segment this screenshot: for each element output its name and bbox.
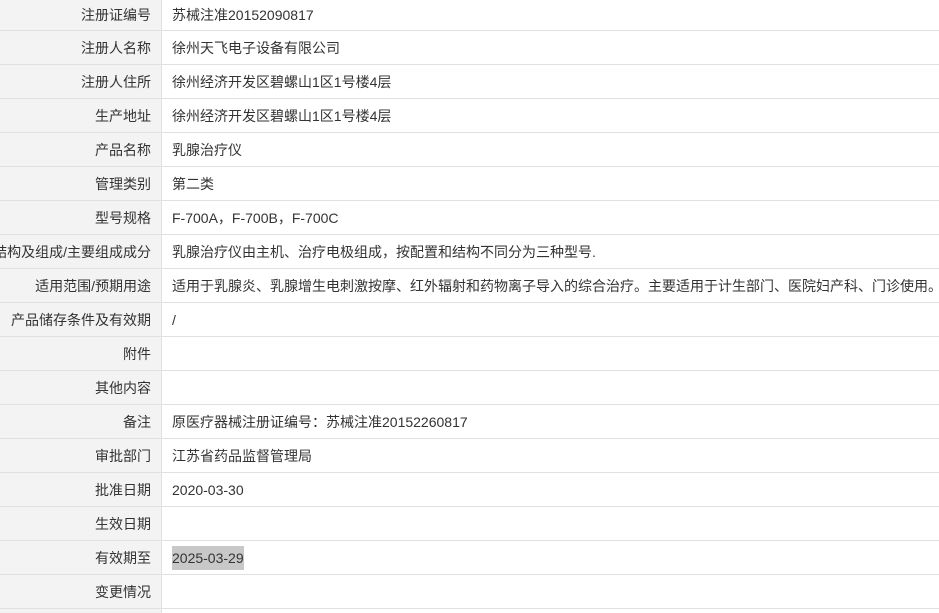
field-label: 备注 [123,413,151,430]
field-label-cell: 生产地址 [0,99,162,132]
field-label: 型号规格 [95,209,151,226]
row-registration-number: 注册证编号 苏械注准20152090817 [0,0,939,31]
field-value: 乳腺治疗仪由主机、治疗电极组成，按配置和结构不同分为三种型号. [172,243,596,260]
field-label: 注册人住所 [81,73,151,90]
field-label: 生效日期 [95,515,151,532]
field-label: 管理类别 [95,175,151,192]
field-value: 第二类 [172,175,214,192]
field-value-cell [162,337,939,370]
field-label-cell: 其他内容 [0,371,162,404]
field-label-cell: 有效期至 [0,541,162,574]
next-row-edge [0,609,939,613]
field-value: F-700A，F-700B，F-700C [172,209,339,226]
field-value-cell: 乳腺治疗仪由主机、治疗电极组成，按配置和结构不同分为三种型号. [162,235,939,268]
row-approval-department: 审批部门 江苏省药品监督管理局 [0,439,939,473]
field-label-cell: 备注 [0,405,162,438]
field-value-cell: 徐州经济开发区碧螺山1区1号楼4层 [162,65,939,98]
field-label: 结构及组成/主要组成成分 [0,243,151,260]
field-label-cell: 注册人名称 [0,31,162,64]
field-label: 批准日期 [95,481,151,498]
field-value: 乳腺治疗仪 [172,141,242,158]
field-value-cell: 徐州经济开发区碧螺山1区1号楼4层 [162,99,939,132]
field-value-cell: 2020-03-30 [162,473,939,506]
field-label: 注册证编号 [81,7,151,23]
field-value-cell: / [162,303,939,336]
field-value-cell: 苏械注准20152090817 [162,0,939,30]
field-label: 生产地址 [95,107,151,124]
field-label-cell: 结构及组成/主要组成成分 [0,235,162,268]
row-registrant-address: 注册人住所 徐州经济开发区碧螺山1区1号楼4层 [0,65,939,99]
field-value: 适用于乳腺炎、乳腺增生电刺激按摩、红外辐射和药物离子导入的综合治疗。主要适用于计… [172,277,939,294]
selected-text-value[interactable]: 2025-03-29 [172,545,244,570]
field-value: 徐州经济开发区碧螺山1区1号楼4层 [172,107,392,124]
field-value-cell [162,371,939,404]
field-value: 苏械注准20152090817 [172,7,314,23]
field-label: 注册人名称 [81,39,151,56]
field-value-cell: 乳腺治疗仪 [162,133,939,166]
row-effective-date: 生效日期 [0,507,939,541]
registration-detail-table: 注册证编号 苏械注准20152090817 注册人名称 徐州天飞电子设备有限公司… [0,0,939,613]
field-label-cell: 注册人住所 [0,65,162,98]
field-value-cell: 江苏省药品监督管理局 [162,439,939,472]
row-scope-intended-use: 适用范围/预期用途 适用于乳腺炎、乳腺增生电刺激按摩、红外辐射和药物离子导入的综… [0,269,939,303]
field-label: 适用范围/预期用途 [35,277,151,294]
field-value: 徐州经济开发区碧螺山1区1号楼4层 [172,73,392,90]
row-remarks: 备注 原医疗器械注册证编号：苏械注准20152260817 [0,405,939,439]
field-label: 附件 [123,345,151,362]
field-label-cell: 变更情况 [0,575,162,608]
field-value: 原医疗器械注册证编号：苏械注准20152260817 [172,413,468,430]
field-label-cell: 注册证编号 [0,0,162,30]
row-product-name: 产品名称 乳腺治疗仪 [0,133,939,167]
row-storage-validity: 产品储存条件及有效期 / [0,303,939,337]
field-value: 江苏省药品监督管理局 [172,447,312,464]
field-label-cell [0,609,162,613]
row-other-content: 其他内容 [0,371,939,405]
row-model-specification: 型号规格 F-700A，F-700B，F-700C [0,201,939,235]
field-value: 2020-03-30 [172,481,244,498]
row-production-address: 生产地址 徐州经济开发区碧螺山1区1号楼4层 [0,99,939,133]
field-label: 产品储存条件及有效期 [11,311,151,328]
field-value-cell: 适用于乳腺炎、乳腺增生电刺激按摩、红外辐射和药物离子导入的综合治疗。主要适用于计… [162,269,939,302]
row-management-category: 管理类别 第二类 [0,167,939,201]
row-valid-until: 有效期至 2025-03-29 [0,541,939,575]
row-approval-date: 批准日期 2020-03-30 [0,473,939,507]
field-value-cell [162,609,939,613]
field-label-cell: 批准日期 [0,473,162,506]
field-label: 变更情况 [95,583,151,600]
row-registrant-name: 注册人名称 徐州天飞电子设备有限公司 [0,31,939,65]
field-value: 徐州天飞电子设备有限公司 [172,39,340,56]
field-value-cell: F-700A，F-700B，F-700C [162,201,939,234]
field-label-cell: 适用范围/预期用途 [0,269,162,302]
field-label: 审批部门 [95,447,151,464]
field-label-cell: 审批部门 [0,439,162,472]
row-change-history: 变更情况 [0,575,939,609]
field-label-cell: 产品名称 [0,133,162,166]
field-value-cell [162,507,939,540]
field-label-cell: 型号规格 [0,201,162,234]
field-label-cell: 管理类别 [0,167,162,200]
field-label-cell: 生效日期 [0,507,162,540]
field-label-cell: 附件 [0,337,162,370]
field-value-cell: 原医疗器械注册证编号：苏械注准20152260817 [162,405,939,438]
row-attachments: 附件 [0,337,939,371]
row-structure-composition: 结构及组成/主要组成成分 乳腺治疗仪由主机、治疗电极组成，按配置和结构不同分为三… [0,235,939,269]
field-value-cell: 2025-03-29 [162,541,939,574]
field-label-cell: 产品储存条件及有效期 [0,303,162,336]
field-label: 产品名称 [95,141,151,158]
field-value-cell: 徐州天飞电子设备有限公司 [162,31,939,64]
field-value-cell [162,575,939,608]
field-label: 有效期至 [95,549,151,566]
field-label: 其他内容 [95,379,151,396]
field-value-cell: 第二类 [162,167,939,200]
field-value: / [172,311,176,328]
